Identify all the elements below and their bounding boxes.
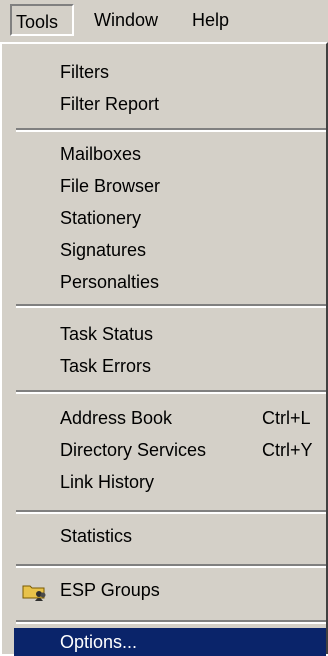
menu-item-link-history[interactable]: Link History: [14, 466, 326, 498]
menu-item-address-book-shortcut: Ctrl+L: [262, 408, 311, 428]
menu-item-stationery-label: Stationery: [60, 208, 142, 228]
menu-item-signatures[interactable]: Signatures: [14, 234, 326, 266]
menu-item-mailboxes[interactable]: Mailboxes: [14, 138, 326, 170]
menu-item-file-browser-label: File Browser: [60, 176, 161, 196]
menu-tools[interactable]: Tools: [10, 4, 74, 36]
tools-dropdown-menu: Filters Filter Report Mailboxes File Bro…: [0, 42, 328, 656]
menu-item-link-history-label: Link History: [60, 472, 155, 492]
menu-tools-label: Tools: [16, 12, 59, 32]
menu-item-filter-report[interactable]: Filter Report: [14, 88, 326, 120]
menu-item-directory-services-label: Directory Services: [60, 440, 207, 460]
menu-item-esp-groups-label: ESP Groups: [60, 580, 160, 600]
menu-window-label: Window: [94, 10, 159, 30]
menu-item-statistics-label: Statistics: [60, 526, 133, 546]
menu-item-task-errors-label: Task Errors: [60, 356, 152, 376]
menu-item-mailboxes-label: Mailboxes: [60, 144, 142, 164]
menu-item-stationery[interactable]: Stationery: [14, 202, 326, 234]
menu-item-task-status-label: Task Status: [60, 324, 154, 344]
menu-separator: [16, 390, 326, 394]
menu-help-label: Help: [192, 10, 230, 30]
menu-item-signatures-label: Signatures: [60, 240, 147, 260]
menu-item-file-browser[interactable]: File Browser: [14, 170, 326, 202]
menu-item-esp-groups[interactable]: ESP Groups: [14, 574, 326, 606]
menu-item-filter-report-label: Filter Report: [60, 94, 160, 114]
menu-bar: Tools Window Help: [0, 0, 328, 42]
menu-separator: [16, 304, 326, 308]
menu-item-options[interactable]: Options...: [14, 628, 326, 656]
menu-item-directory-services[interactable]: Directory Services Ctrl+Y: [14, 434, 326, 466]
menu-item-task-errors[interactable]: Task Errors: [14, 350, 326, 382]
menu-help[interactable]: Help: [188, 4, 233, 36]
menu-item-filters[interactable]: Filters: [14, 56, 326, 88]
menu-separator: [16, 564, 326, 568]
menu-separator: [16, 510, 326, 514]
menu-separator: [16, 620, 326, 624]
menu-window[interactable]: Window: [90, 4, 162, 36]
folder-group-icon: [22, 585, 46, 601]
menu-item-options-label: Options...: [60, 632, 138, 652]
menu-separator: [16, 128, 326, 132]
menu-item-filters-label: Filters: [60, 62, 109, 82]
menu-item-statistics[interactable]: Statistics: [14, 520, 326, 552]
menu-item-personalties-label: Personalties: [60, 272, 160, 292]
menu-item-address-book[interactable]: Address Book Ctrl+L: [14, 402, 326, 434]
menu-item-address-book-label: Address Book: [60, 408, 173, 428]
menu-item-personalties[interactable]: Personalties: [14, 266, 326, 298]
menu-item-task-status[interactable]: Task Status: [14, 318, 326, 350]
menu-item-directory-services-shortcut: Ctrl+Y: [262, 440, 313, 460]
